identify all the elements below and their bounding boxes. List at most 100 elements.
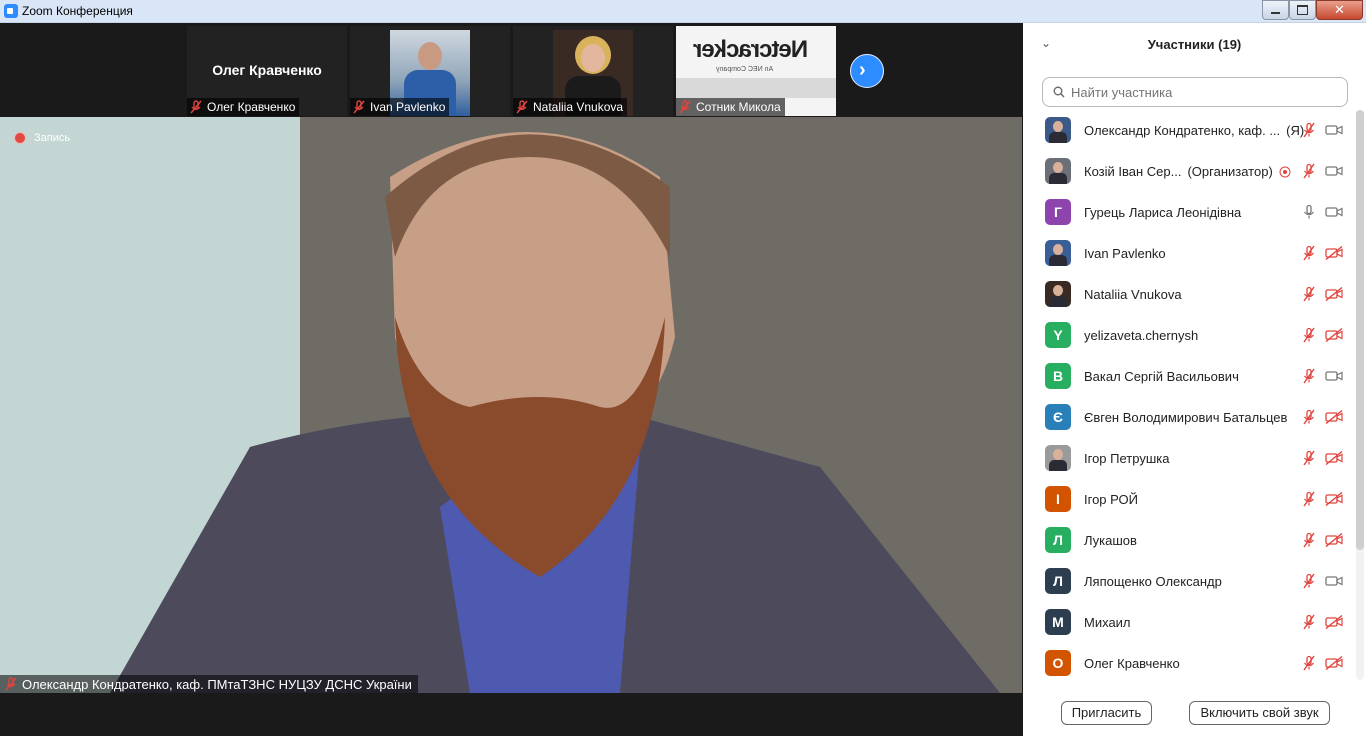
thumbnail-name: Ivan Pavlenko — [370, 100, 446, 114]
avatar: Y — [1045, 322, 1071, 348]
participant-name: Олександр Кондратенко, каф. ... (Я) — [1084, 123, 1304, 138]
participants-list: Олександр Кондратенко, каф. ... (Я) Козій … — [1023, 110, 1358, 684]
participant-row[interactable]: Олександр Кондратенко, каф. ... (Я) — [1023, 110, 1358, 151]
participant-name: Козій Іван Сер... (Организатор) — [1084, 164, 1273, 179]
minimize-button[interactable] — [1262, 0, 1289, 20]
mic-muted-icon — [5, 677, 17, 691]
avatar: О — [1045, 650, 1071, 676]
thumbnail-name-bar: Олег Кравченко — [187, 98, 300, 116]
participant-name-text: Олександр Кондратенко, каф. ... — [1084, 123, 1281, 138]
camera-off-icon[interactable] — [1325, 327, 1343, 343]
participant-name-text: Гурець Лариса Леонідівна — [1084, 205, 1242, 220]
participant-row[interactable]: О Олег Кравченко — [1023, 643, 1358, 684]
participant-name: Михаил — [1084, 615, 1131, 630]
camera-icon[interactable] — [1325, 205, 1343, 219]
participant-row[interactable]: I Ігор РОЙ — [1023, 479, 1358, 520]
recording-label: Запись — [34, 132, 71, 144]
participant-row[interactable]: Є Євген Володимирович Батальцев — [1023, 397, 1358, 438]
mic-muted-icon[interactable] — [1301, 655, 1317, 671]
participant-search[interactable] — [1042, 77, 1348, 107]
avatar: Л — [1045, 527, 1071, 553]
thumbnail-tile[interactable]: Олег Кравченко Олег Кравченко — [187, 26, 347, 116]
camera-icon[interactable] — [1325, 574, 1343, 588]
avatar: I — [1045, 486, 1071, 512]
mic-muted-icon[interactable] — [1301, 368, 1317, 384]
avatar — [1045, 281, 1071, 307]
thumbnail-display-name: Олег Кравченко — [212, 62, 322, 78]
thumbnail-tile[interactable]: Nataliia Vnukova — [513, 26, 673, 116]
avatar: М — [1045, 609, 1071, 635]
unmute-me-button[interactable]: Включить свой звук — [1189, 701, 1330, 725]
mic-muted-icon — [353, 100, 365, 114]
camera-off-icon[interactable] — [1325, 450, 1343, 466]
mic-muted-icon[interactable] — [1301, 491, 1317, 507]
main-speaker-name: Олександр Кондратенко, каф. ПМтаТЗНС НУЦ… — [22, 676, 412, 692]
mic-muted-icon[interactable] — [1301, 409, 1317, 425]
camera-off-icon[interactable] — [1325, 245, 1343, 261]
mic-muted-icon[interactable] — [1301, 573, 1317, 589]
avatar: Л — [1045, 568, 1071, 594]
close-button[interactable]: ✕ — [1316, 0, 1363, 20]
camera-off-icon[interactable] — [1325, 491, 1343, 507]
participant-row[interactable]: Ivan Pavlenko — [1023, 233, 1358, 274]
avatar: В — [1045, 363, 1071, 389]
mic-muted-icon[interactable] — [1301, 327, 1317, 343]
participant-row[interactable]: Г Гурець Лариса Леонідівна — [1023, 192, 1358, 233]
thumbnail-tile[interactable]: Netcracker An NEC Company Сотник Микола — [676, 26, 836, 116]
thumbnail-name-bar: Сотник Микола — [676, 98, 785, 116]
invite-button[interactable]: Пригласить — [1061, 701, 1152, 725]
participant-row[interactable]: Ігор Петрушка — [1023, 438, 1358, 479]
participant-row[interactable]: Nataliia Vnukova — [1023, 274, 1358, 315]
participant-name-text: Ivan Pavlenko — [1084, 246, 1166, 261]
participants-header: ⌄ Участники (19) — [1023, 23, 1366, 68]
avatar — [1045, 158, 1071, 184]
mic-muted-icon[interactable] — [1301, 163, 1317, 179]
camera-off-icon[interactable] — [1325, 655, 1343, 671]
thumbnail-name: Nataliia Vnukova — [533, 100, 624, 114]
participant-name: Вакал Сергій Васильович — [1084, 369, 1239, 384]
participant-name-text: Ляпощенко Олександр — [1084, 574, 1222, 589]
participant-row[interactable]: В Вакал Сергій Васильович — [1023, 356, 1358, 397]
thumbnail-name: Олег Кравченко — [207, 100, 296, 114]
search-input[interactable] — [1069, 83, 1343, 101]
participant-name-text: Ігор РОЙ — [1084, 492, 1138, 507]
participant-row[interactable]: Козій Іван Сер... (Организатор) — [1023, 151, 1358, 192]
video-thumbnail-strip: Олег Кравченко Олег Кравченко Ivan Pavle… — [0, 23, 1022, 117]
mic-muted-icon[interactable] — [1301, 245, 1317, 261]
participant-name-text: Козій Іван Сер... — [1084, 164, 1182, 179]
participant-name: Ігор Петрушка — [1084, 451, 1169, 466]
mic-muted-icon[interactable] — [1301, 614, 1317, 630]
participant-row[interactable]: М Михаил — [1023, 602, 1358, 643]
bottom-toolbar-area — [0, 693, 1022, 736]
thumbnail-tile[interactable]: Ivan Pavlenko — [350, 26, 510, 116]
participant-role-tag: (Организатор) — [1187, 164, 1273, 179]
mic-muted-icon — [679, 100, 691, 114]
camera-off-icon[interactable] — [1325, 614, 1343, 630]
next-page-button[interactable]: › — [850, 54, 884, 88]
mic-muted-icon[interactable] — [1301, 532, 1317, 548]
camera-icon[interactable] — [1325, 164, 1343, 178]
participant-row[interactable]: Л Лукашов — [1023, 520, 1358, 561]
camera-off-icon[interactable] — [1325, 532, 1343, 548]
mic-muted-icon[interactable] — [1301, 122, 1317, 138]
participant-row[interactable]: Л Ляпощенко Олександр — [1023, 561, 1358, 602]
participant-name-text: Ігор Петрушка — [1084, 451, 1170, 466]
camera-icon[interactable] — [1325, 369, 1343, 383]
maximize-button[interactable] — [1289, 0, 1316, 20]
zoom-app-icon — [4, 4, 18, 18]
participant-name: Ivan Pavlenko — [1084, 246, 1166, 261]
mic-muted-icon — [516, 100, 528, 114]
camera-icon[interactable] — [1325, 123, 1343, 137]
avatar — [1045, 117, 1071, 143]
avatar: Є — [1045, 404, 1071, 430]
participant-name: Ігор РОЙ — [1084, 492, 1138, 507]
participant-row[interactable]: Yyelizaveta.chernysh — [1023, 315, 1358, 356]
camera-off-icon[interactable] — [1325, 286, 1343, 302]
record-icon — [1279, 165, 1291, 178]
netcracker-logo-sub: An NEC Company — [716, 66, 774, 73]
mic-icon[interactable] — [1301, 204, 1317, 220]
mic-muted-icon[interactable] — [1301, 450, 1317, 466]
mic-muted-icon[interactable] — [1301, 286, 1317, 302]
participant-name-text: Лукашов — [1084, 533, 1137, 548]
camera-off-icon[interactable] — [1325, 409, 1343, 425]
